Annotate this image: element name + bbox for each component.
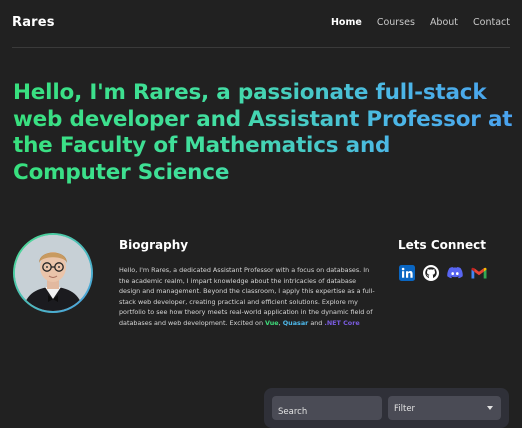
biography-body: Hello, I'm Rares, a dedicated Assistant …: [119, 266, 375, 327]
chevron-down-icon: [487, 406, 493, 410]
brand-logo[interactable]: Rares: [12, 15, 55, 30]
connect-title: Lets Connect: [398, 238, 486, 252]
search-input[interactable]: [272, 396, 382, 420]
gmail-icon[interactable]: [470, 264, 488, 282]
nav-link-contact[interactable]: Contact: [473, 17, 510, 28]
nav-link-courses[interactable]: Courses: [377, 17, 415, 28]
portrait-image: [15, 235, 91, 311]
tech-separator-2: and: [308, 318, 325, 327]
nav-links: Home Courses About Contact: [331, 17, 510, 28]
filter-panel: Filter: [264, 388, 509, 428]
tech-vue: Vue: [265, 318, 279, 327]
top-nav: Rares Home Courses About Contact: [12, 0, 510, 48]
filter-label: Filter: [394, 404, 416, 414]
biography-title: Biography: [119, 238, 189, 252]
social-links: [398, 264, 488, 282]
linkedin-icon[interactable]: [398, 264, 416, 282]
github-icon[interactable]: [422, 264, 440, 282]
nav-link-home[interactable]: Home: [331, 17, 362, 28]
biography-text: Hello, I'm Rares, a dedicated Assistant …: [119, 265, 375, 328]
nav-link-about[interactable]: About: [430, 17, 458, 28]
tech-quasar: Quasar: [282, 318, 309, 327]
avatar-photo: [15, 235, 91, 311]
avatar: [13, 233, 93, 313]
filter-dropdown[interactable]: Filter: [388, 396, 501, 420]
hero-headline: Hello, I'm Rares, a passionate full-stac…: [13, 80, 513, 185]
tech-dotnet-core: .NET Core: [324, 318, 360, 327]
discord-icon[interactable]: [446, 264, 464, 282]
